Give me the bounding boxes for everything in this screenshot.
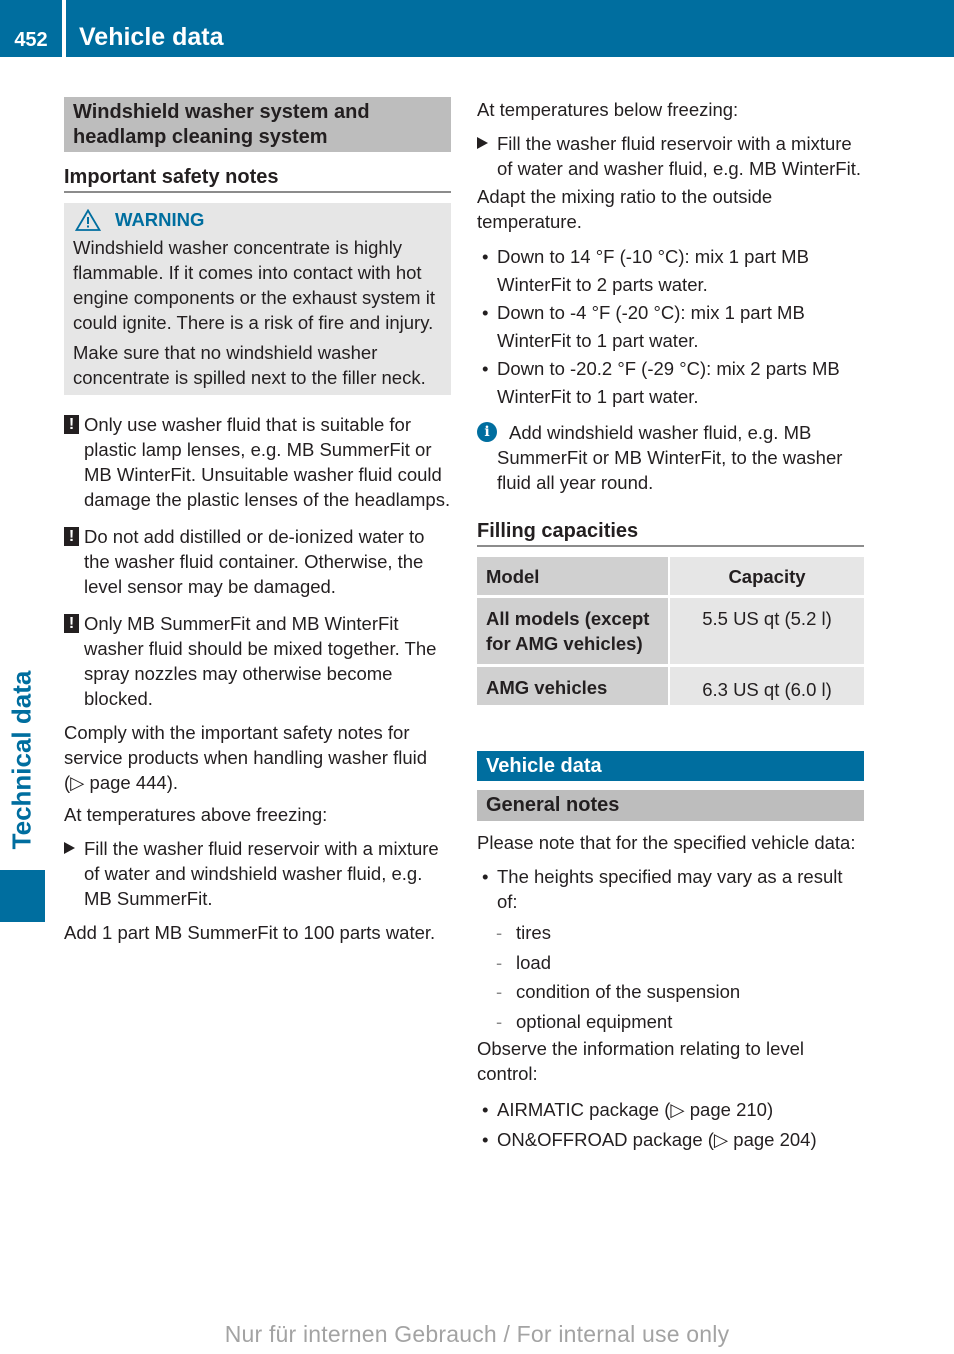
note-text: Only MB SummerFit and MB WinterFit washe… [84, 613, 437, 709]
warning-text: Make sure that no windshield washer conc… [73, 342, 426, 388]
instruction-step: Fill the washer fluid reservoir with a m… [477, 131, 864, 181]
bullet-end: ) [766, 1099, 774, 1120]
page-number: 452 [14, 29, 48, 51]
step-text: Fill the washer fluid reservoir with a m… [497, 133, 861, 179]
exclamation-icon: ! [64, 415, 79, 434]
bullet-dot: • [482, 1099, 489, 1120]
exclamation-icon: ! [64, 527, 79, 546]
bullet-dot: • [482, 302, 489, 323]
factor-item: - load [477, 948, 864, 978]
general-notes-title: General notes [477, 790, 864, 821]
mix-bullet: • Down to -4 °F (-20 °C): mix 1 part MB … [477, 299, 864, 355]
chapter-title: Vehicle data [79, 23, 224, 51]
capacity-cell: 5.5 US qt (5.2 l) [669, 596, 864, 667]
comply-end: ). [166, 772, 179, 793]
internal-use-watermark: Nur für internen Gebrauch / For internal… [224, 1321, 730, 1347]
factor-item: - condition of the suspension [477, 977, 864, 1007]
vehicle-data-section-title: Vehicle data [477, 751, 864, 781]
above-freezing-label: At temperatures above freezing: [64, 804, 328, 825]
bullet-dot: • [482, 866, 489, 887]
dash-marker: - [496, 922, 503, 943]
note-text: Only use washer fluid that is suitable f… [84, 414, 451, 510]
level-ref-bullet: • AIRMATIC package (▷ page 210) [477, 1095, 864, 1125]
model-cell: AMG vehicles [477, 665, 670, 705]
bullet-dot: • [482, 358, 489, 379]
adapt-ratio-text: Adapt the mixing ratio to the outside te… [477, 186, 773, 232]
caution-note: ! Only use washer fluid that is suitable… [64, 412, 451, 512]
step-text: Fill the washer fluid reservoir with a m… [84, 838, 439, 909]
mix-bullet: • Down to 14 °F (-10 °C): mix 1 part MB … [477, 243, 864, 299]
warning-header: WARNING [73, 208, 442, 232]
below-freezing-label: At temperatures below freezing: [477, 99, 739, 120]
side-section-label-text: Technical data [6, 670, 37, 850]
factor-text: tires [516, 922, 551, 943]
above-freezing-ratio: Add 1 part MB SummerFit to 100 parts wat… [64, 922, 436, 943]
subsection-title: Important safety notes [64, 164, 451, 193]
table-header-row: Model Capacity [477, 557, 864, 598]
header-divider [62, 0, 66, 57]
dash-marker: - [496, 981, 503, 1002]
filling-capacities-title: Filling capacities [477, 518, 864, 547]
right-column: At temperatures below freezing: Fill the… [477, 97, 864, 1154]
factor-text: condition of the suspension [516, 981, 741, 1002]
factor-text: optional equipment [516, 1010, 673, 1032]
factor-item: - optional equipment [477, 1007, 864, 1037]
side-section-label: Technical data [0, 660, 45, 860]
filling-capacities-table: Model Capacity All models (except for AM… [477, 557, 864, 705]
warning-label: WARNING [115, 209, 205, 230]
section-title: Windshield washer system and headlamp cl… [64, 97, 451, 152]
info-icon: i [477, 422, 497, 442]
dash-marker: - [496, 951, 503, 973]
step-arrow-icon [477, 137, 488, 149]
page-header: 452 Vehicle data [0, 0, 954, 57]
capacity-cell: 6.3 US qt (6.0 l) [669, 665, 864, 705]
warning-box: WARNING Windshield washer concentrate is… [64, 203, 451, 395]
column-header: Model [477, 557, 670, 598]
left-column: Windshield washer system and headlamp cl… [64, 97, 451, 945]
factor-text: load [516, 951, 551, 973]
info-text: Add windshield washer fluid, e.g. MB Sum… [497, 422, 843, 493]
side-section-tab[interactable] [0, 870, 45, 922]
note-text: Do not add distilled or de-ionized water… [84, 526, 425, 597]
level-ref-bullet: • ON&OFFROAD package (▷ page 204) [477, 1125, 864, 1155]
mix-bullet: • Down to -20.2 °F (-29 °C): mix 2 parts… [477, 355, 864, 411]
comply-paragraph: Comply with the important safety notes f… [64, 720, 451, 795]
bullet-text: ON&OFFROAD package ( [497, 1128, 714, 1150]
bullet-dot: • [482, 246, 489, 267]
column-header: Capacity [669, 557, 864, 598]
caution-note: ! Only MB SummerFit and MB WinterFit was… [64, 611, 451, 711]
general-intro: Please note that for the specified vehic… [477, 832, 856, 853]
caution-note: ! Do not add distilled or de-ionized wat… [64, 524, 451, 599]
bullet-dot: • [482, 1128, 489, 1150]
bullet-end: ) [810, 1128, 817, 1150]
instruction-step: Fill the washer fluid reservoir with a m… [64, 836, 451, 911]
info-note: i Add windshield washer fluid, e.g. MB S… [477, 420, 864, 495]
level-control-text: Observe the information relating to leve… [477, 1038, 805, 1084]
page-reference-link[interactable]: ▷ page 204 [714, 1129, 811, 1150]
bullet-text: Down to -20.2 °F (-29 °C): mix 2 parts M… [497, 358, 840, 407]
page-reference-link[interactable]: ▷ page 210 [670, 1099, 767, 1120]
warning-triangle-icon [75, 209, 101, 231]
page-reference-link[interactable]: ▷ page 444 [70, 772, 167, 793]
bullet-text: Down to -4 °F (-20 °C): mix 1 part MB Wi… [497, 302, 805, 351]
model-cell: All models (except for AMG vehicles) [477, 596, 670, 667]
bullet-text: AIRMATIC package ( [497, 1099, 671, 1120]
bullet-text: Down to 14 °F (-10 °C): mix 1 part MB Wi… [497, 246, 809, 295]
step-arrow-icon [64, 842, 75, 854]
table-row: AMG vehicles 6.3 US qt (6.0 l) [477, 665, 864, 705]
dash-marker: - [496, 1010, 503, 1032]
exclamation-icon: ! [64, 614, 79, 633]
table-row: All models (except for AMG vehicles) 5.5… [477, 596, 864, 667]
factor-item: - tires [477, 918, 864, 948]
heights-bullet: • The heights specified may vary as a re… [477, 864, 864, 914]
bullet-text: The heights specified may vary as a resu… [497, 866, 843, 912]
warning-text: Windshield washer concentrate is highly … [73, 237, 435, 333]
